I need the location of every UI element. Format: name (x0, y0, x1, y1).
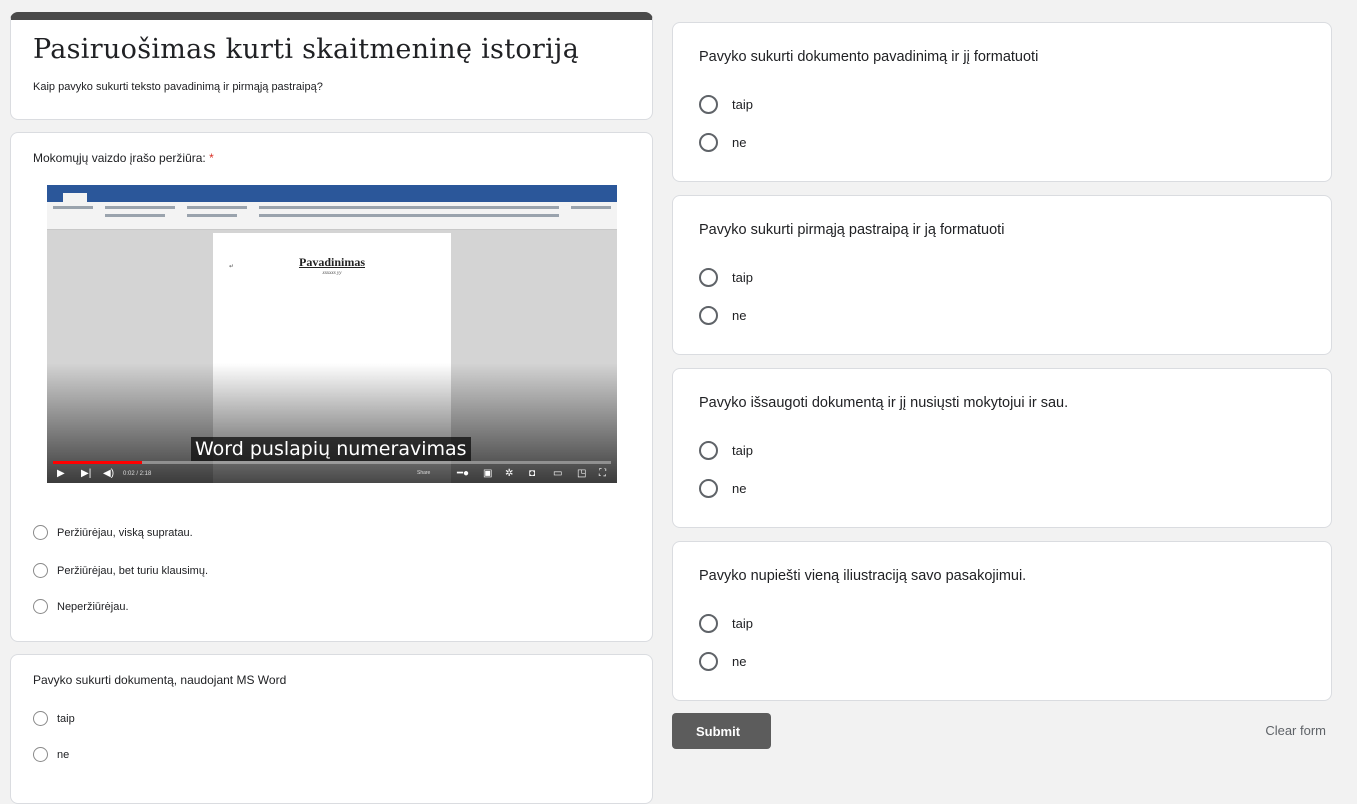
radio-button[interactable] (33, 525, 48, 540)
option-ne[interactable]: ne (33, 747, 69, 762)
option-label: ne (732, 654, 747, 669)
word-titlebar (47, 185, 617, 193)
word-ribbon (47, 202, 617, 230)
required-asterisk: * (209, 151, 214, 165)
question-text: Pavyko sukurti dokumentą, naudojant MS W… (33, 673, 287, 687)
video-controls: ▶ ▶| ◀) 0:02 / 2:18 Share ━● ▣ ✲ ◘ ▭ ◳ ⛶ (47, 465, 617, 483)
share-label[interactable]: Share (417, 470, 430, 476)
radio-button[interactable] (33, 747, 48, 762)
video-player[interactable]: ↵ Pavadinimas xxxxxx yy Word puslapių nu… (47, 185, 617, 483)
radio-button[interactable] (33, 563, 48, 578)
option-label: Neperžiūrėjau. (57, 600, 129, 613)
form-title: Pasiruošimas kurti skaitmeninę istoriją (33, 34, 580, 65)
option-label: ne (732, 481, 747, 496)
radio-button[interactable] (699, 133, 718, 152)
video-progress-bar[interactable] (53, 461, 611, 464)
video-timecode: 0:02 / 2:18 (123, 471, 152, 477)
play-icon[interactable]: ▶ (57, 465, 65, 483)
option-label: ne (732, 308, 747, 323)
question-text: Pavyko nupiešti vieną iliustraciją savo … (699, 568, 1027, 584)
radio-button[interactable] (699, 614, 718, 633)
volume-icon[interactable]: ◀) (103, 465, 114, 483)
question-text: Pavyko išsaugoti dokumentą ir jį nusiųst… (699, 395, 1069, 411)
video-progress-fill (53, 461, 143, 464)
question-card-word: Pavyko sukurti dokumentą, naudojant MS W… (10, 654, 653, 804)
option-label: taip (57, 712, 75, 725)
option-taip[interactable]: taip (33, 711, 75, 726)
form-header-card: Pasiruošimas kurti skaitmeninę istoriją … (10, 12, 653, 120)
option-ne[interactable]: ne (699, 306, 746, 325)
next-icon[interactable]: ▶| (81, 465, 91, 483)
fullscreen-icon[interactable]: ⛶ (599, 465, 606, 483)
left-column: Pasiruošimas kurti skaitmeninę istoriją … (10, 12, 653, 804)
radio-button[interactable] (699, 268, 718, 287)
option-taip[interactable]: taip (699, 95, 753, 114)
option-ne[interactable]: ne (699, 133, 746, 152)
radio-button[interactable] (33, 599, 48, 614)
video-caption: Word puslapių numeravimas (191, 437, 471, 461)
question-card-illustration: Pavyko nupiešti vieną iliustraciją savo … (672, 541, 1332, 701)
form-actions: Submit Clear form (672, 713, 1332, 753)
doc-heading: Pavadinimas (298, 255, 365, 269)
video-question-card: Mokomųjų vaizdo įrašo peržiūra: * ↵ Pava… (10, 132, 653, 642)
radio-button[interactable] (699, 652, 718, 671)
miniplayer-icon[interactable]: ◘ (529, 465, 535, 483)
submit-button[interactable]: Submit (672, 713, 771, 749)
video-option-3[interactable]: Neperžiūrėjau. (33, 599, 129, 614)
question-label: Mokomųjų vaizdo įrašo peržiūra: * (33, 151, 630, 165)
option-label: ne (57, 748, 70, 761)
question-card-title: Pavyko sukurti dokumento pavadinimą ir j… (672, 22, 1332, 182)
option-taip[interactable]: taip (699, 614, 753, 633)
form-description: Kaip pavyko sukurti teksto pavadinimą ir… (33, 81, 323, 93)
option-label: taip (732, 616, 753, 631)
cast-icon[interactable]: ◳ (577, 465, 586, 483)
option-label: taip (732, 97, 753, 112)
radio-button[interactable] (699, 306, 718, 325)
question-card-save: Pavyko išsaugoti dokumentą ir jį nusiųst… (672, 368, 1332, 528)
option-label: taip (732, 443, 753, 458)
subtitles-icon[interactable]: ▣ (483, 465, 492, 483)
radio-button[interactable] (699, 441, 718, 460)
right-column: Pavyko sukurti dokumento pavadinimą ir j… (672, 22, 1332, 753)
autoplay-toggle-icon[interactable]: ━● (457, 465, 469, 483)
question-text: Pavyko sukurti dokumento pavadinimą ir j… (699, 49, 1039, 65)
option-taip[interactable]: taip (699, 441, 753, 460)
settings-icon[interactable]: ✲ (505, 465, 513, 483)
video-option-1[interactable]: Peržiūrėjau, viską supratau. (33, 525, 193, 540)
option-ne[interactable]: ne (699, 479, 746, 498)
radio-button[interactable] (33, 711, 48, 726)
radio-button[interactable] (699, 95, 718, 114)
radio-button[interactable] (699, 479, 718, 498)
theater-icon[interactable]: ▭ (553, 465, 562, 483)
video-option-2[interactable]: Peržiūrėjau, bet turiu klausimų. (33, 563, 208, 578)
option-label: ne (732, 135, 747, 150)
question-text: Pavyko sukurti pirmąją pastraipą ir ją f… (699, 222, 1005, 238)
word-tab-active (63, 193, 87, 202)
question-card-paragraph: Pavyko sukurti pirmąją pastraipą ir ją f… (672, 195, 1332, 355)
option-taip[interactable]: taip (699, 268, 753, 287)
question-text: Mokomųjų vaizdo įrašo peržiūra: (33, 151, 206, 165)
doc-subheading: xxxxxx yy (322, 271, 342, 276)
word-ribbon-tabs (47, 193, 617, 202)
clear-form-link[interactable]: Clear form (1265, 723, 1326, 738)
option-label: Peržiūrėjau, bet turiu klausimų. (57, 564, 209, 577)
option-ne[interactable]: ne (699, 652, 746, 671)
option-label: Peržiūrėjau, viską supratau. (57, 526, 193, 539)
option-label: taip (732, 270, 753, 285)
